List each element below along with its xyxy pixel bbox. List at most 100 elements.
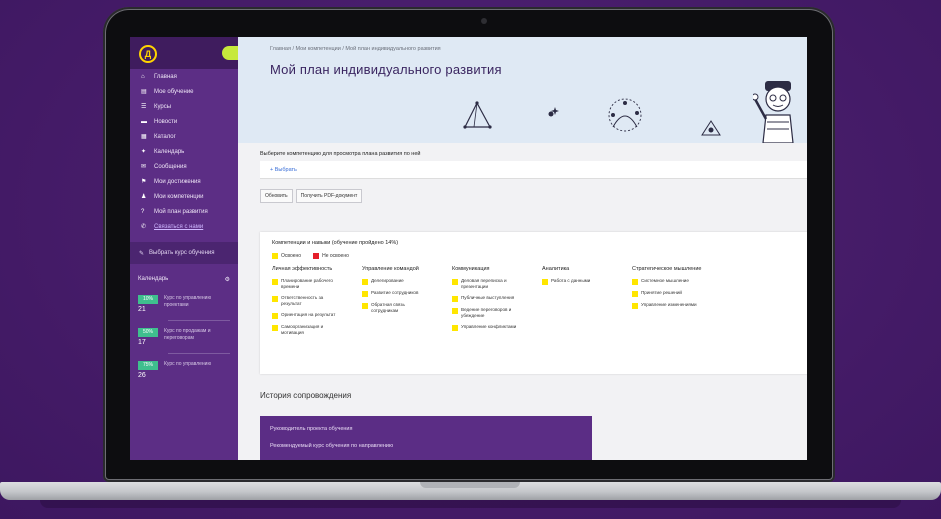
main-content: Главная / Мои компетенции / Мой план инд… [238,37,807,460]
skill-marker [272,325,278,331]
progress-tag: 10% [138,295,158,304]
sidebar-item[interactable]: ✆ Связаться с нами [130,219,238,234]
pdf-button[interactable]: Получить PDF-документ [295,189,363,203]
logo-icon[interactable]: Д [139,45,157,63]
legend-item-mastered: Освоено [272,253,301,259]
skill-label: Планирование рабочего времени [281,278,333,289]
competency-heading: Коммуникация [452,266,490,272]
skill-marker [542,279,548,285]
progress-tag: 50% [138,328,158,337]
page-title: Мой план индивидуального развития [270,62,502,77]
competency-select-label: Выберите компетенцию для просмотра плана… [260,151,421,157]
competencies-card: Компетенции и навыки (обучение пройдено … [260,232,807,374]
calendar-date: 10% 21 [138,295,158,313]
skill-item[interactable]: Делегирование [362,278,452,285]
sidebar-item[interactable]: ⌂ Главная [130,69,238,84]
skill-item[interactable]: Принятие решений [632,290,722,297]
mascot-illustration-icon [753,81,794,143]
sidebar-calendar-header[interactable]: Календарь ⚙ [130,268,238,290]
sidebar-header: Д [130,37,238,69]
calendar-date: 75% 26 [138,361,158,379]
hero-banner: Главная / Мои компетенции / Мой план инд… [238,37,807,143]
skill-item[interactable]: Публичные выступления [452,295,542,302]
skill-marker [632,279,638,285]
sparkle-illustration-icon [548,107,559,117]
skill-item[interactable]: Работа с данными [542,278,632,285]
skill-label: Работа с данными [551,278,591,283]
calendar-date: 50% 17 [138,328,158,346]
sidebar-item[interactable]: ⚑ Мои достижения [130,174,238,189]
history-card[interactable]: Руководитель проекта обучения Рекомендуе… [260,416,592,460]
sidebar-calendar-list: 10% 21 Курс по управлению проектами 50% 17 Ку… [130,290,238,384]
sidebar-item[interactable]: ▦ Каталог [130,129,238,144]
user-menu-toggle[interactable] [222,46,238,60]
skill-label: Обратная связь сотрудникам [371,302,405,313]
competency-columns: Личная эффективность Планирование рабочег… [272,266,722,341]
competency-heading: Аналитика [542,266,570,272]
skill-item[interactable]: Ориентация на результат [272,312,362,319]
skill-item[interactable]: Управление конфликтами [452,324,542,331]
skill-item[interactable]: Ведение переговоров и убеждение [452,307,542,319]
network-illustration-icon [608,98,642,132]
sidebar-item[interactable]: ✉ Сообщения [130,159,238,174]
skill-item[interactable]: Деловая переписка и презентации [452,278,542,290]
sidebar-item-label: Новости [154,118,178,125]
sidebar-item[interactable]: ☰ Курсы [130,99,238,114]
skill-item[interactable]: Обратная связь сотрудникам [362,302,452,314]
sidebar-item[interactable]: ✦ Календарь [130,144,238,159]
progress-tag: 75% [138,361,158,370]
laptop-notch [420,482,520,488]
skill-marker [632,303,638,309]
refresh-button[interactable]: Обновить [260,189,293,203]
sidebar-item-label: Курсы [154,103,172,110]
sidebar-item[interactable]: ♟ Мои компетенции [130,189,238,204]
skill-item[interactable]: Системное мышление [632,278,722,285]
skill-item[interactable]: Управление изменениями [632,302,722,309]
camera-icon [481,18,487,24]
history-line: Рекомендуемый курс обучения по направлен… [270,443,394,449]
divider [168,320,230,321]
sidebar-item[interactable]: ▬ Новости [130,114,238,129]
settings-icon[interactable]: ⚙ [225,276,230,283]
legend: Освоено Не освоено [272,253,349,259]
skill-label: Деловая переписка и презентации [461,278,507,289]
skill-item[interactable]: Ответственность за результат [272,295,362,307]
not-mastered-swatch [313,253,320,259]
sidebar-item-label: Связаться с нами [154,223,204,230]
skill-item[interactable]: Развитие сотрудников [362,290,452,297]
competency-select[interactable]: + Выбрать [260,161,807,179]
sidebar-nav: ⌂ Главная ▤ Мое обучение ☰ Курсы ▬ Новости ▦ Ката… [130,69,238,234]
laptop-screen: Д ⌂ Главная ▤ Мое обучение ☰ Курсы ▬ Новости ▦ Ка… [130,37,807,460]
calendar-entry[interactable]: 10% 21 Курс по управлению проектами [130,290,238,318]
skill-label: Ведение переговоров и убеждение [461,307,512,318]
skill-label: Ответственность за результат [281,295,324,306]
competencies-title: Компетенции и навыки (обучение пройдено … [272,240,399,246]
skill-label: Самоорганизация и мотивация [281,324,324,335]
calendar-day: 26 [138,372,146,379]
skill-label: Принятие решений [641,290,682,295]
skill-marker [362,291,368,297]
laptop-shadow [40,500,901,508]
sidebar-item-label: Мои компетенции [154,193,204,200]
skill-marker [362,279,368,285]
help-icon: ? [141,208,145,215]
competency-column: Аналитика Работа с данными [542,266,632,341]
skill-item[interactable]: Планирование рабочего времени [272,278,362,290]
sidebar-item-label: Каталог [154,133,176,140]
skill-marker [272,296,278,302]
skill-marker [452,296,458,302]
skill-item[interactable]: Самоорганизация и мотивация [272,324,362,336]
calendar-label: Календарь [138,276,169,282]
calendar-entry[interactable]: 50% 17 Курс по продажам и переговорам [130,323,238,351]
skill-marker [452,279,458,285]
history-line: Руководитель проекта обучения [270,426,353,432]
sidebar-item[interactable]: ▤ Мое обучение [130,84,238,99]
calendar-entry[interactable]: 75% 26 Курс по управлению [130,356,238,384]
competency-heading: Стратегическое мышление [632,266,702,272]
sidebar-course-select[interactable]: ✎ Выбрать курс обучения [130,242,238,264]
skill-marker [452,325,458,331]
breadcrumb[interactable]: Главная / Мои компетенции / Мой план инд… [270,46,441,52]
action-buttons: Обновить Получить PDF-документ [260,189,807,203]
sidebar-item[interactable]: ? Мой план развития [130,204,238,219]
legend-item-not-mastered: Не освоено [313,253,349,259]
